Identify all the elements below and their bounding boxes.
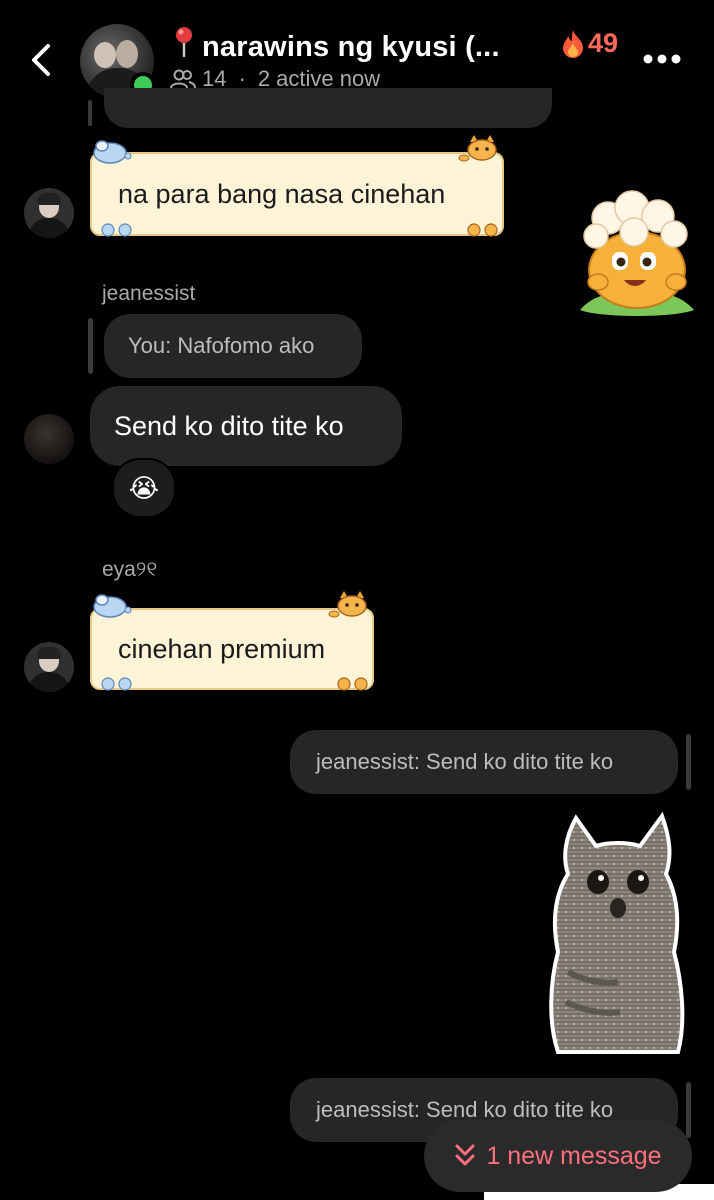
cat-sticker[interactable] bbox=[546, 812, 688, 1060]
message-bubble-partial[interactable] bbox=[104, 88, 552, 128]
sender-name: jeanessist bbox=[102, 282, 196, 305]
reply-preview-text: jeanessist: Send ko dito tite ko bbox=[316, 749, 614, 774]
message-text: na para bang nasa cinehan bbox=[118, 178, 446, 209]
new-message-label: 1 new message bbox=[486, 1141, 662, 1170]
blue-paw-decoration-icon bbox=[101, 677, 132, 691]
dog-decoration-icon bbox=[93, 594, 132, 618]
more-options-button[interactable] bbox=[640, 52, 684, 66]
back-button[interactable] bbox=[26, 40, 56, 80]
dog-decoration-icon bbox=[93, 140, 132, 164]
streak-badge[interactable]: 49 bbox=[560, 28, 618, 59]
pin-icon bbox=[172, 26, 196, 66]
themed-message-bubble[interactable]: na para bang nasa cinehan bbox=[90, 152, 504, 236]
orange-paw-decoration-icon bbox=[467, 223, 498, 237]
fire-icon bbox=[563, 29, 583, 58]
reply-bar bbox=[88, 100, 92, 126]
reaction-badge[interactable]: 😭 bbox=[112, 458, 176, 518]
back-chevron-icon bbox=[32, 44, 50, 76]
members-icon bbox=[170, 69, 196, 89]
more-options-icon bbox=[643, 54, 681, 64]
cat-decoration-icon bbox=[328, 591, 367, 618]
chat-title-text: narawins ng kyusi (... bbox=[202, 31, 500, 63]
reply-preview[interactable]: You: Nafofomo ako bbox=[104, 314, 362, 378]
chat-title[interactable]: narawins ng kyusi (... bbox=[172, 26, 552, 66]
reply-preview[interactable]: jeanessist: Send ko dito tite ko bbox=[290, 730, 678, 794]
message-text: cinehan premium bbox=[118, 633, 326, 664]
cat-decoration-icon bbox=[458, 135, 497, 162]
popcorn-sticker[interactable] bbox=[574, 190, 700, 324]
reply-bar bbox=[686, 734, 691, 790]
double-chevron-down-icon bbox=[455, 1144, 475, 1166]
message-bubble[interactable]: Send ko dito tite ko bbox=[90, 386, 402, 466]
blue-paw-decoration-icon bbox=[101, 223, 132, 237]
sender-name: eya୨୧ bbox=[102, 558, 158, 581]
sender-avatar[interactable] bbox=[24, 188, 74, 238]
sender-avatar[interactable] bbox=[24, 414, 74, 464]
reply-preview-text: You: Nafofomo ako bbox=[128, 333, 315, 358]
new-message-button[interactable]: 1 new message bbox=[424, 1120, 692, 1192]
loudly-crying-emoji-icon: 😭 bbox=[128, 472, 160, 503]
reply-bar bbox=[88, 318, 93, 374]
reply-bar bbox=[686, 1082, 691, 1138]
streak-count: 49 bbox=[588, 28, 619, 58]
orange-paw-decoration-icon bbox=[337, 677, 368, 691]
sender-avatar[interactable] bbox=[24, 642, 74, 692]
message-text: Send ko dito tite ko bbox=[114, 410, 344, 441]
